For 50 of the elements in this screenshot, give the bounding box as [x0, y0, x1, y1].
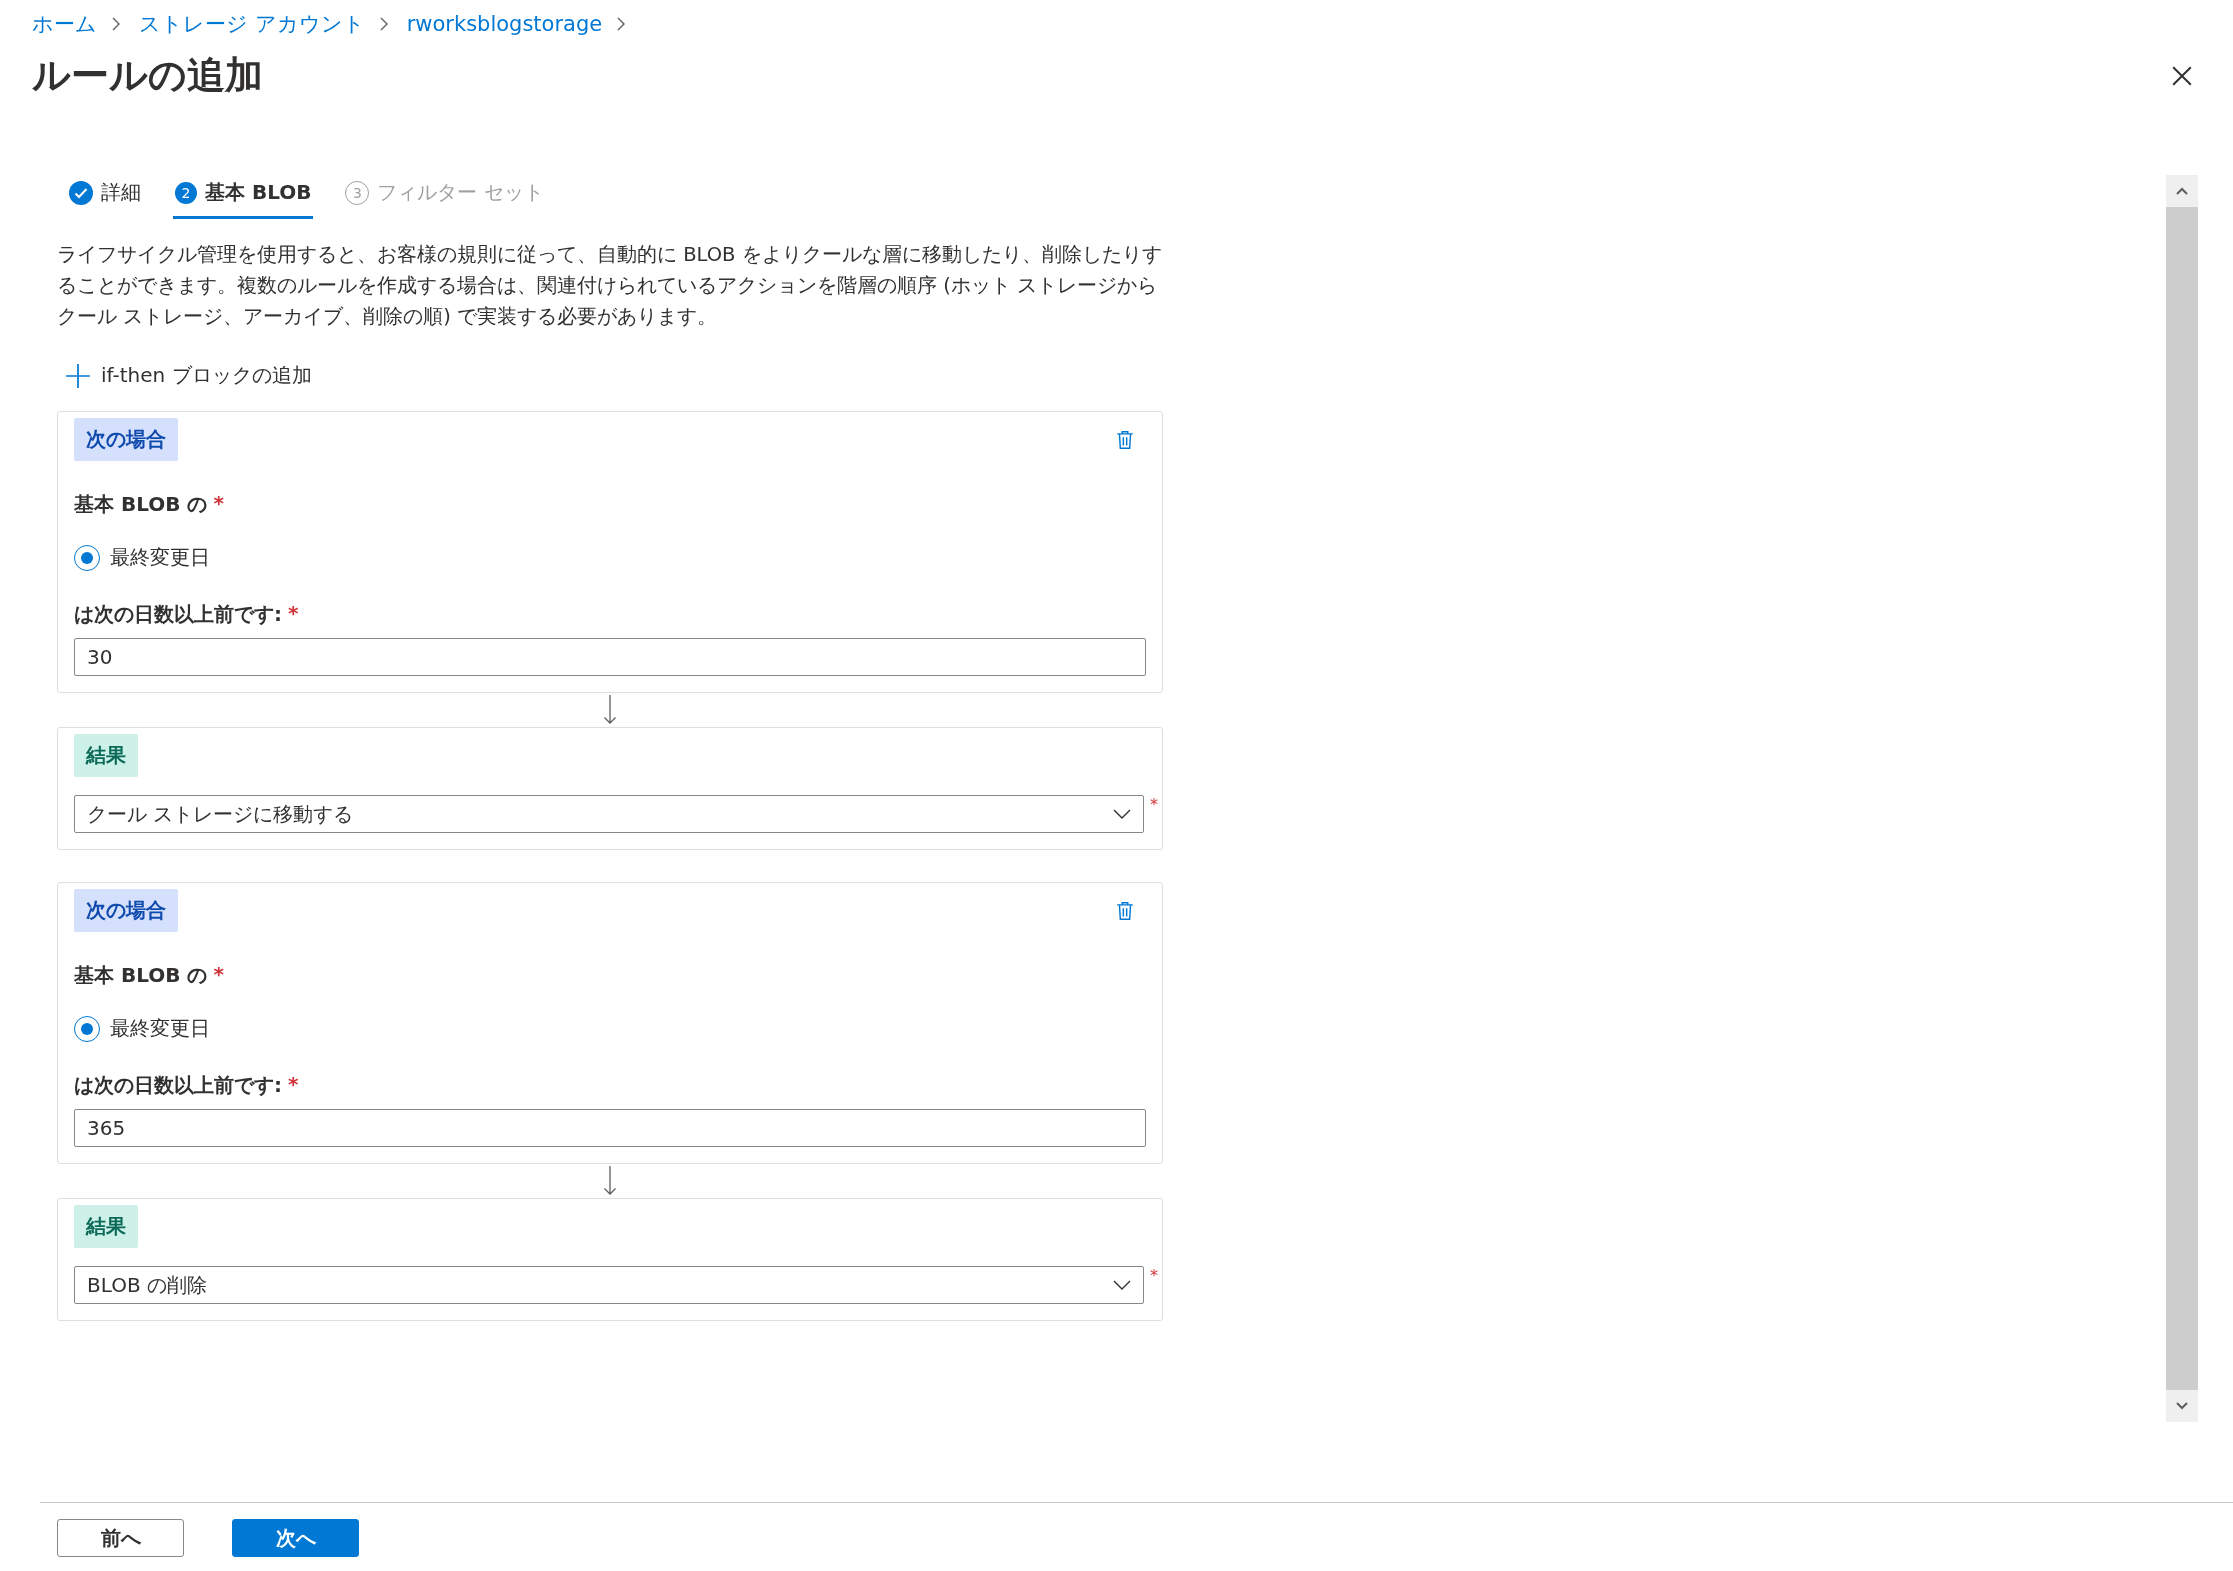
chevron-right-icon — [616, 17, 627, 31]
close-icon[interactable] — [2171, 64, 2193, 87]
wizard-step-tab[interactable]: 2 基本 BLOB — [173, 175, 314, 219]
add-block-button[interactable]: if-then ブロックの追加 — [65, 358, 312, 393]
radio-label: 最終変更日 — [110, 544, 210, 571]
days-input-field[interactable]: 30 — [74, 638, 1146, 676]
required-mark: * — [288, 1072, 299, 1098]
wizard-step-tab[interactable]: 詳細 — [67, 175, 143, 219]
step-label: フィルター セット — [377, 179, 544, 206]
chevron-down-icon — [1113, 1280, 1131, 1290]
result-tag: 結果 — [74, 1205, 138, 1248]
required-mark: * — [213, 962, 224, 988]
previous-button[interactable]: 前へ — [57, 1519, 184, 1557]
step-label: 詳細 — [101, 179, 141, 206]
required-mark: * — [213, 491, 224, 517]
plus-icon — [65, 362, 91, 389]
chevron-down-icon[interactable] — [2176, 1402, 2188, 1410]
breadcrumb-link[interactable]: ホーム — [32, 10, 97, 38]
trash-icon[interactable] — [1116, 900, 1134, 921]
chevron-down-icon — [1113, 809, 1131, 819]
required-mark: * — [1150, 1266, 1158, 1285]
page-title: ルールの追加 — [32, 52, 263, 99]
radio-option[interactable]: 最終変更日 — [74, 544, 1146, 571]
chevron-right-icon — [378, 17, 389, 31]
required-mark: * — [288, 601, 299, 627]
action-dropdown[interactable]: クール ストレージに移動する — [74, 795, 1144, 833]
description-text: ライフサイクル管理を使用すると、お客様の規則に従って、自動的に BLOB をよりクールな層に移動したり、削除したりすることができます。複数のルールを作成する場合は、関連付けられているアクションを階層の順序 (ホット ストレージからクール ストレージ、アーカイブ、削除の順) で実装する必要があります。 — [57, 242, 1163, 330]
field-label: 基本 BLOB の — [74, 491, 208, 518]
days-input-field[interactable]: 365 — [74, 1109, 1146, 1147]
field-label: は次の日数以上前です: — [74, 601, 282, 628]
result-tag: 結果 — [74, 734, 138, 777]
step-number: 2 — [175, 181, 197, 204]
required-mark: * — [1150, 795, 1158, 814]
radio-option[interactable]: 最終変更日 — [74, 1015, 1146, 1042]
condition-tag: 次の場合 — [74, 418, 178, 461]
step-label: 基本 BLOB — [205, 179, 312, 206]
chevron-up-icon[interactable] — [2176, 187, 2188, 195]
breadcrumb-link[interactable]: ストレージ アカウント — [139, 10, 365, 38]
field-label: 基本 BLOB の — [74, 962, 208, 989]
chevron-right-icon — [111, 17, 121, 31]
breadcrumb-link[interactable]: rworksblogstorage — [406, 12, 603, 36]
action-dropdown[interactable]: BLOB の削除 — [74, 1266, 1144, 1304]
checkmark-circle-icon — [69, 180, 93, 205]
trash-icon[interactable] — [1116, 429, 1134, 450]
condition-tag: 次の場合 — [74, 889, 178, 932]
radio-label: 最終変更日 — [110, 1015, 210, 1042]
down-arrow-icon — [603, 1166, 617, 1196]
down-arrow-icon — [603, 695, 617, 725]
field-label: は次の日数以上前です: — [74, 1072, 282, 1099]
next-button[interactable]: 次へ — [232, 1519, 359, 1557]
